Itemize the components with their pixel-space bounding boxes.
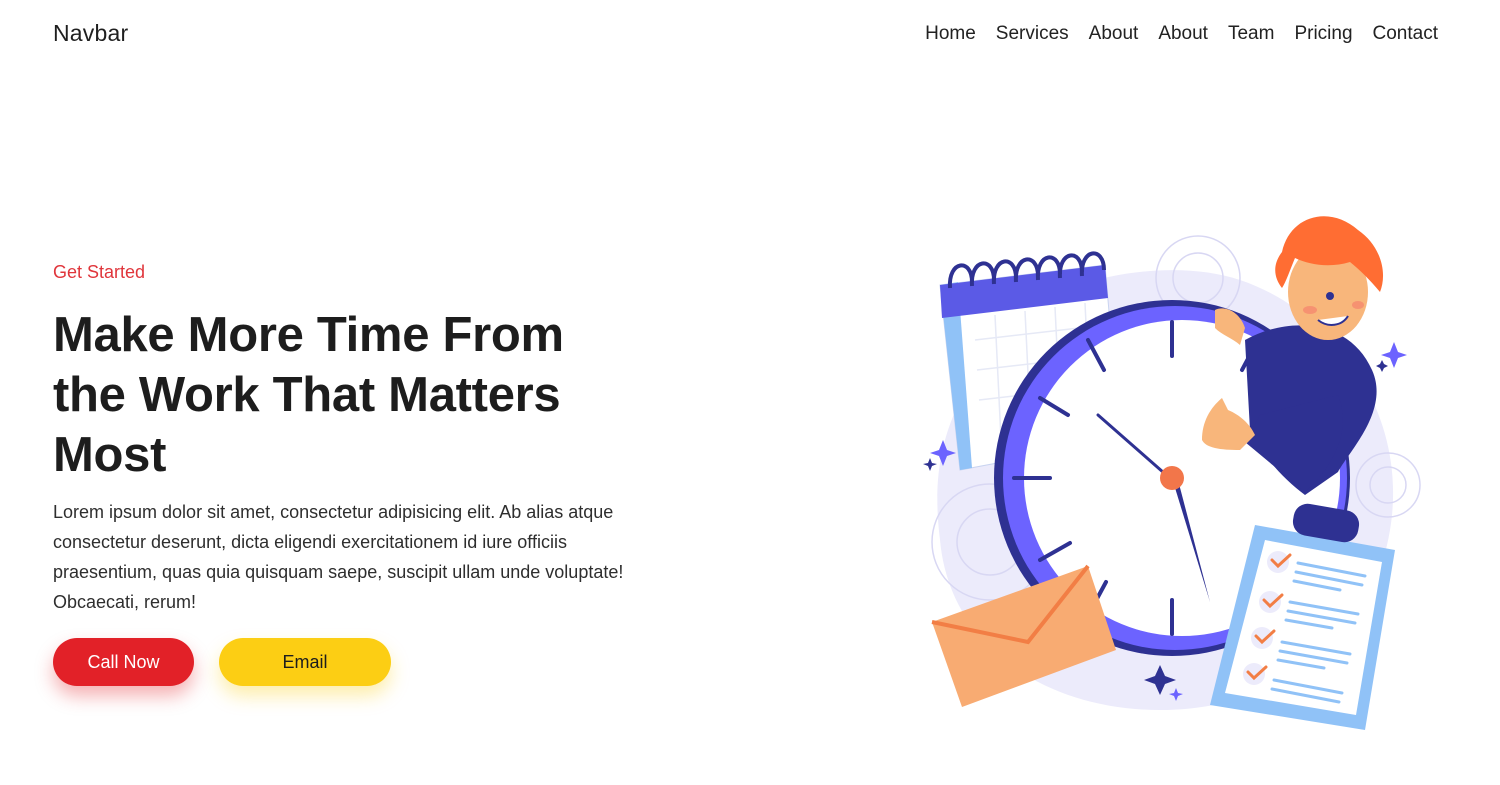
nav-link-about[interactable]: About: [1089, 23, 1139, 44]
nav-link-about-2[interactable]: About: [1158, 23, 1208, 44]
time-management-illustration: [923, 216, 1421, 730]
hero-illustration: [910, 210, 1440, 740]
nav-item: About: [1158, 23, 1208, 45]
hero-description: Lorem ipsum dolor sit amet, consectetur …: [53, 502, 624, 612]
navbar: Navbar Home Services About About Team Pr…: [0, 0, 1500, 70]
nav-link-home[interactable]: Home: [925, 23, 976, 44]
nav-item: About: [1089, 23, 1139, 45]
hero-text: Get Started Make More Time From the Work…: [53, 262, 628, 617]
hero-headline: Make More Time From the Work That Matter…: [53, 308, 564, 482]
nav-link-pricing[interactable]: Pricing: [1294, 23, 1352, 44]
nav-item: Team: [1228, 23, 1274, 45]
hero-eyebrow: Get Started: [53, 262, 146, 282]
navbar-brand[interactable]: Navbar: [53, 20, 128, 47]
nav-links: Home Services About About Team Pricing C…: [925, 23, 1438, 45]
nav-item: Contact: [1373, 23, 1438, 45]
email-button[interactable]: Email: [219, 638, 391, 686]
nav-item: Home: [925, 23, 976, 45]
nav-link-contact[interactable]: Contact: [1373, 23, 1438, 44]
call-now-button[interactable]: Call Now: [53, 638, 194, 686]
nav-item: Pricing: [1294, 23, 1352, 45]
nav-link-team[interactable]: Team: [1228, 23, 1274, 44]
nav-item: Services: [996, 23, 1069, 45]
nav-link-services[interactable]: Services: [996, 23, 1069, 44]
